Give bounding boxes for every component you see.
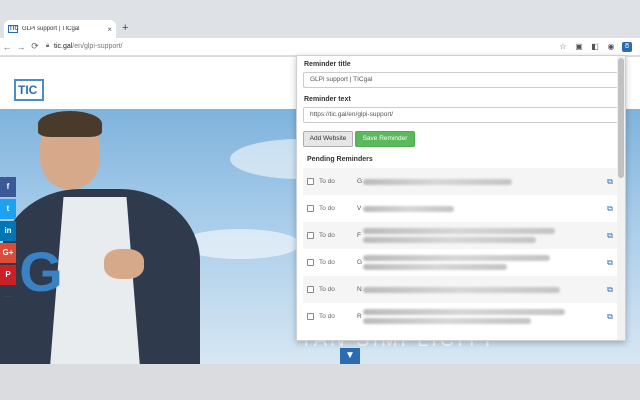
reminder-text-redacted[interactable] xyxy=(363,178,603,185)
redacted-text-line xyxy=(363,318,531,324)
social-share-bar: f t in G+ P ⋯ xyxy=(0,177,16,309)
facebook-icon[interactable]: f xyxy=(0,177,16,197)
new-tab-button[interactable]: + xyxy=(122,22,128,34)
redacted-text-line xyxy=(363,237,536,243)
twitter-icon[interactable]: t xyxy=(0,199,16,219)
hero-figure-hair xyxy=(38,111,102,137)
reminder-text-redacted[interactable] xyxy=(363,228,603,243)
extension-icon[interactable]: ▣ xyxy=(574,42,584,51)
external-link-icon[interactable]: ⧉ xyxy=(603,312,617,322)
back-arrow-icon[interactable]: ← xyxy=(0,42,14,52)
redacted-text-line xyxy=(363,264,507,270)
close-icon[interactable]: × xyxy=(107,25,112,34)
reminder-checkbox[interactable] xyxy=(307,232,314,239)
reminder-row: To do V ⧉ xyxy=(303,195,621,222)
reminder-status: To do xyxy=(319,232,335,239)
hero-figure-hand xyxy=(104,249,144,279)
more-icon[interactable]: ⋯ xyxy=(0,287,16,307)
reminder-checkbox[interactable] xyxy=(307,259,314,266)
site-logo[interactable]: TIC xyxy=(14,79,44,101)
external-link-icon[interactable]: ⧉ xyxy=(603,177,617,187)
reminder-row: To do G ⧉ xyxy=(303,168,621,195)
reminder-list: To do G ⧉ To do V ⧉ To do F ⧉ To do G ⧉ To do N ⧉ To do… xyxy=(303,168,621,330)
reminder-popup: Reminder title GLPi support | TICgal Rem… xyxy=(296,55,626,341)
save-reminder-button[interactable]: Save Reminder xyxy=(355,131,415,147)
google-plus-icon[interactable]: G+ xyxy=(0,243,16,263)
reminder-status: To do xyxy=(319,313,335,320)
url-host: tic.gal xyxy=(54,43,73,50)
reminder-title-input[interactable]: GLPi support | TICgal xyxy=(303,72,619,88)
reminder-text-redacted[interactable] xyxy=(363,309,603,324)
reminder-row: To do G ⧉ xyxy=(303,249,621,276)
reminder-row: To do F ⧉ xyxy=(303,222,621,249)
redacted-text-line xyxy=(363,286,560,293)
redacted-text-line xyxy=(363,309,565,315)
redacted-text-line xyxy=(363,205,455,212)
external-link-icon[interactable]: ⧉ xyxy=(603,285,617,295)
reminder-text-redacted[interactable] xyxy=(363,205,603,212)
reminder-status: To do xyxy=(319,205,335,212)
reminder-text-input[interactable]: https://tic.gal/en/glpi-support/ xyxy=(303,107,619,123)
tab-strip: TIC GLPi support | TICgal × + xyxy=(0,0,640,38)
reminder-text-redacted[interactable] xyxy=(363,286,603,293)
browser-tab[interactable]: TIC GLPi support | TICgal × xyxy=(4,20,116,38)
site-favicon-icon: TIC xyxy=(8,25,19,33)
lock-icon[interactable]: 🔒︎ xyxy=(46,43,54,50)
browser-window: TIC GLPi support | TICgal × + ← → ⟳ 🔒︎ t… xyxy=(0,0,640,400)
reminder-checkbox[interactable] xyxy=(307,286,314,293)
popup-scrollbar[interactable] xyxy=(617,56,625,340)
address-bar[interactable]: 🔒︎ tic.gal/en/glpi-support/ xyxy=(46,40,558,54)
reminder-row: To do N ⧉ xyxy=(303,276,621,303)
reminder-title-label: Reminder title xyxy=(304,61,351,68)
redacted-text-line xyxy=(363,255,551,261)
forward-arrow-icon[interactable]: → xyxy=(14,42,28,52)
redacted-text-line xyxy=(363,178,512,185)
reminder-checkbox[interactable] xyxy=(307,313,314,320)
extension-icon[interactable]: ◧ xyxy=(590,42,600,51)
reminder-status: To do xyxy=(319,178,335,185)
add-website-button[interactable]: Add Website xyxy=(303,131,353,147)
url-path: /en/glpi-support/ xyxy=(72,43,123,50)
browser-toolbar: ← → ⟳ 🔒︎ tic.gal/en/glpi-support/ ☆ ▣ ◧ … xyxy=(0,38,640,56)
pinterest-icon[interactable]: P xyxy=(0,265,16,285)
scrollbar-thumb[interactable] xyxy=(618,58,624,178)
reminder-text-label: Reminder text xyxy=(304,96,351,103)
external-link-icon[interactable]: ⧉ xyxy=(603,258,617,268)
reminder-text-redacted[interactable] xyxy=(363,255,603,270)
reminder-checkbox[interactable] xyxy=(307,205,314,212)
reminder-extension-icon[interactable]: ⏰︎ xyxy=(622,41,632,52)
reminder-checkbox[interactable] xyxy=(307,178,314,185)
pending-reminders-heading: Pending Reminders xyxy=(307,156,373,163)
reminder-row: To do R ⧉ xyxy=(303,303,621,330)
emblem-logo: G xyxy=(19,240,63,303)
redacted-text-line xyxy=(363,228,555,234)
reminder-status: To do xyxy=(319,286,335,293)
linkedin-icon[interactable]: in xyxy=(0,221,16,241)
bookmark-star-icon[interactable]: ☆ xyxy=(558,42,568,51)
extension-icon[interactable]: ◉ xyxy=(606,42,616,51)
reload-icon[interactable]: ⟳ xyxy=(28,41,42,52)
chevron-down-icon[interactable]: ▼ xyxy=(340,348,360,364)
toolbar-icons: ☆ ▣ ◧ ◉ ⏰︎ xyxy=(558,41,632,52)
external-link-icon[interactable]: ⧉ xyxy=(603,231,617,241)
reminder-status: To do xyxy=(319,259,335,266)
external-link-icon[interactable]: ⧉ xyxy=(603,204,617,214)
tab-title: GLPi support | TICgal xyxy=(22,26,80,32)
